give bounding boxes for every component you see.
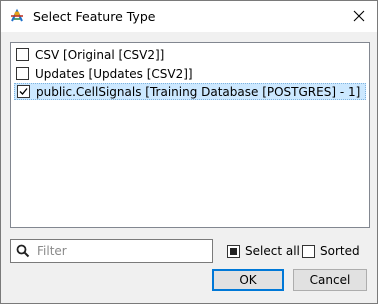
list-item-checkbox[interactable] xyxy=(17,85,30,98)
search-icon xyxy=(16,244,30,258)
list-item[interactable]: CSV [Original [CSV2]] xyxy=(14,46,366,63)
title-bar: Select Feature Type xyxy=(1,1,377,32)
sorted-box[interactable] xyxy=(302,244,315,258)
cancel-button[interactable]: Cancel xyxy=(293,269,367,291)
select-all-box[interactable] xyxy=(227,244,240,258)
sorted-label: Sorted xyxy=(320,244,360,258)
select-all-checkbox[interactable]: Select all xyxy=(227,244,300,258)
list-item-label: Updates [Updates [CSV2]] xyxy=(35,66,193,81)
dialog-window: Select Feature Type CSV [Original [CSV2]… xyxy=(0,0,378,304)
ok-button[interactable]: OK xyxy=(212,269,284,291)
ok-button-label: OK xyxy=(239,273,257,287)
sorted-checkbox[interactable]: Sorted xyxy=(302,244,360,258)
feature-type-list[interactable]: CSV [Original [CSV2]] Updates [Updates [… xyxy=(10,42,370,228)
checkmark-icon xyxy=(19,88,28,95)
select-all-label: Select all xyxy=(245,244,300,258)
list-item-label: CSV [Original [CSV2]] xyxy=(35,47,165,62)
dialog-title: Select Feature Type xyxy=(33,9,156,24)
list-item[interactable]: Updates [Updates [CSV2]] xyxy=(14,65,366,82)
list-item-checkbox[interactable] xyxy=(16,48,29,61)
list-item-label: public.CellSignals [Training Database [P… xyxy=(36,84,361,99)
filter-input[interactable] xyxy=(35,242,209,260)
filter-field[interactable] xyxy=(10,239,213,263)
close-icon[interactable] xyxy=(349,6,369,26)
list-item[interactable]: public.CellSignals [Training Database [P… xyxy=(14,83,366,100)
list-item-checkbox[interactable] xyxy=(16,67,29,80)
fme-workbench-icon xyxy=(9,8,25,24)
cancel-button-label: Cancel xyxy=(309,273,351,287)
